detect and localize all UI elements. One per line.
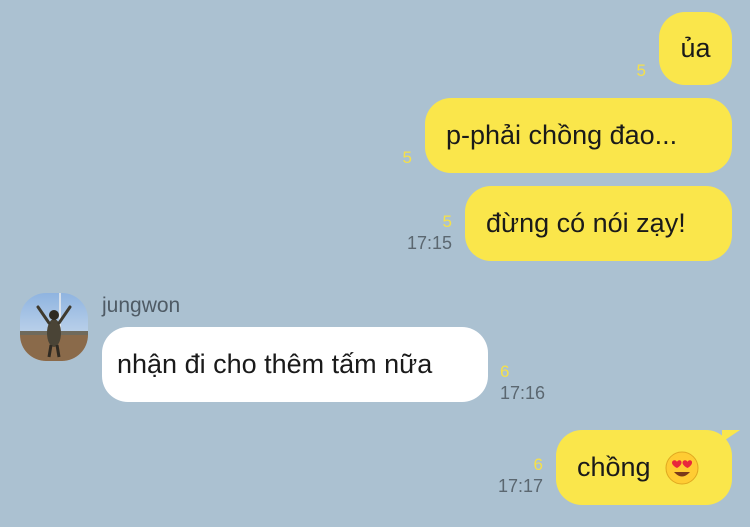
message-text: chồng — [577, 452, 651, 482]
unread-count: 6 — [500, 362, 510, 381]
message-text: nhận đi cho thêm tấm nữa — [117, 349, 433, 379]
message-time: 17:17 — [497, 476, 543, 496]
my-message-bubble[interactable]: ủa — [659, 12, 732, 85]
message-text: p-phải chồng đao... — [446, 120, 678, 150]
avatar-photo-icon — [20, 293, 88, 361]
unread-count: 6 — [533, 455, 543, 474]
message-meta: 6 17:17 — [498, 455, 543, 497]
message-meta: 5 17:15 — [407, 212, 452, 254]
unread-count: 5 — [402, 148, 412, 167]
message-meta: 5 — [637, 61, 646, 81]
message-meta: 6 17:16 — [500, 362, 545, 404]
message-text: ủa — [680, 33, 711, 63]
message-meta: 5 — [403, 148, 412, 168]
my-message-bubble[interactable]: p-phải chồng đao... — [425, 98, 732, 173]
my-message-bubble[interactable]: đừng có nói zạy! — [465, 186, 732, 261]
message-time: 17:15 — [406, 233, 452, 253]
their-message-bubble[interactable]: nhận đi cho thêm tấm nữa — [102, 327, 488, 402]
heart-eyes-emoji-icon — [665, 451, 699, 484]
unread-count: 5 — [442, 212, 452, 231]
unread-count: 5 — [636, 61, 646, 80]
sender-name: jungwon — [102, 294, 181, 317]
sender-avatar[interactable] — [20, 293, 88, 361]
my-message-bubble[interactable]: chồng — [556, 430, 732, 505]
message-text: đừng có nói zạy! — [486, 208, 686, 238]
bubble-tail — [722, 430, 740, 442]
message-time: 17:16 — [500, 383, 546, 403]
